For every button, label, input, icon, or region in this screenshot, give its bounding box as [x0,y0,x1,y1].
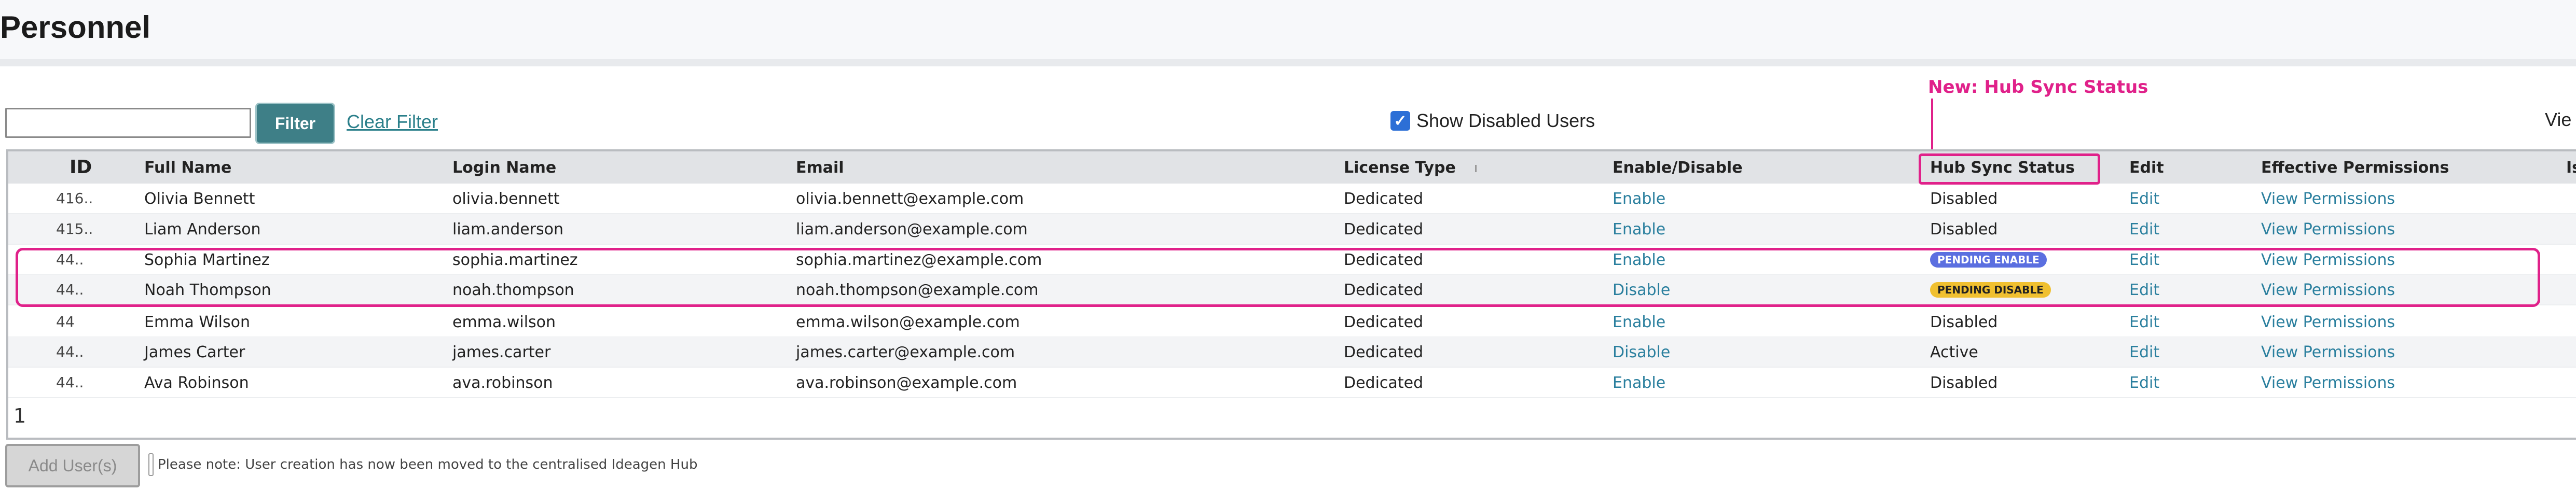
clear-filter-link[interactable]: Clear Filter [347,111,438,133]
header-cut[interactable]: Is [2566,159,2576,177]
cell-hub-sync-status: Active [1930,343,1978,361]
annotation-rows-highlight [16,248,2540,307]
add-users-button[interactable]: Add User(s) [5,444,140,487]
cell-id: 44.. [56,343,84,360]
show-disabled-toggle[interactable]: ✓ Show Disabled Users [1390,110,1595,132]
show-disabled-label: Show Disabled Users [1416,110,1595,131]
header-enable-disable[interactable]: Enable/Disable [1613,159,1743,177]
cell-email: ava.robinson@example.com [796,374,1017,392]
view-permissions-link[interactable]: View Permissions [2261,313,2395,331]
creation-note-text: Please note: User creation has now been … [158,457,698,472]
filter-text-field[interactable] [7,109,250,136]
toggle-link[interactable]: Enable [1613,220,1665,239]
cell-login-name: james.carter [452,343,551,361]
edit-link[interactable]: Edit [2129,374,2159,392]
header-email[interactable]: Email [796,159,844,177]
cell-id: 44.. [56,374,84,391]
header-full-name[interactable]: Full Name [144,159,231,177]
toggle-link[interactable]: Enable [1613,313,1665,331]
table-row: 416.. Olivia Bennett olivia.bennett olivia.… [8,184,2576,214]
toggle-link[interactable]: Enable [1613,374,1665,392]
cell-id: 416.. [56,190,93,207]
cell-hub-sync-status: Disabled [1930,374,1998,392]
edit-link[interactable]: Edit [2129,313,2159,331]
view-permissions-link[interactable]: View Permissions [2261,220,2395,239]
cell-license-type: Dedicated [1344,374,1424,392]
cell-login-name: olivia.bennett [452,190,560,208]
view-permissions-link[interactable]: View Permissions [2261,190,2395,208]
cell-email: olivia.bennett@example.com [796,190,1024,208]
header-edit[interactable]: Edit [2129,159,2164,177]
page-header: Personnel [0,0,2576,66]
cell-hub-sync-status: Disabled [1930,313,1998,331]
cell-email: liam.anderson@example.com [796,220,1028,239]
view-permissions-link[interactable]: View Permissions [2261,374,2395,392]
header-license-type[interactable]: License Type [1344,159,1456,177]
cell-license-type: Dedicated [1344,343,1424,361]
cell-full-name: James Carter [144,343,245,361]
cell-license-type: Dedicated [1344,313,1424,331]
cell-login-name: liam.anderson [452,220,564,239]
header-login-name[interactable]: Login Name [452,159,556,177]
page-title: Personnel [0,10,151,45]
cell-full-name: Ava Robinson [144,374,249,392]
annotation-label: New: Hub Sync Status [1928,77,2148,97]
cell-login-name: ava.robinson [452,374,553,392]
filter-input[interactable] [5,108,251,138]
cell-full-name: Olivia Bennett [144,190,255,208]
info-icon [148,453,154,476]
table-row: 44.. James Carter james.carter james.carter… [8,337,2576,368]
cell-hub-sync-status: Disabled [1930,220,1998,239]
toggle-link[interactable]: Enable [1613,190,1665,208]
cell-email: emma.wilson@example.com [796,313,1020,331]
table-row: 44 Emma Wilson emma.wilson emma.wilson@exam… [8,307,2576,338]
pagination-page[interactable]: 1 [13,404,26,427]
view-link-cut[interactable]: Vie [2545,109,2571,131]
cell-id: 44 [56,313,75,330]
table-row: 415.. Liam Anderson liam.anderson liam.ande… [8,214,2576,245]
header-id[interactable]: ID [70,157,92,178]
cell-email: james.carter@example.com [796,343,1015,361]
filter-button[interactable]: Filter [255,103,335,144]
table-row: 44.. Ava Robinson ava.robinson ava.robinson… [8,368,2576,398]
cell-login-name: emma.wilson [452,313,556,331]
checkbox-checked-icon[interactable]: ✓ [1390,111,1410,131]
annotation-header-highlight [1919,153,2100,185]
creation-note: Please note: User creation has now been … [148,453,697,476]
cell-full-name: Liam Anderson [144,220,261,239]
cell-full-name: Emma Wilson [144,313,250,331]
cell-license-type: Dedicated [1344,190,1424,208]
toggle-link[interactable]: Disable [1613,343,1670,361]
table-header-row: ID Full Name Login Name Email License Ty… [8,151,2576,184]
cell-license-type: Dedicated [1344,220,1424,239]
annotation-pointer [1931,99,1933,155]
cell-id: 415.. [56,220,93,237]
cell-hub-sync-status: Disabled [1930,190,1998,208]
edit-link[interactable]: Edit [2129,220,2159,239]
edit-link[interactable]: Edit [2129,343,2159,361]
header-effective-permissions[interactable]: Effective Permissions [2261,159,2449,177]
sort-indicator-icon [1475,165,1477,172]
view-permissions-link[interactable]: View Permissions [2261,343,2395,361]
edit-link[interactable]: Edit [2129,190,2159,208]
